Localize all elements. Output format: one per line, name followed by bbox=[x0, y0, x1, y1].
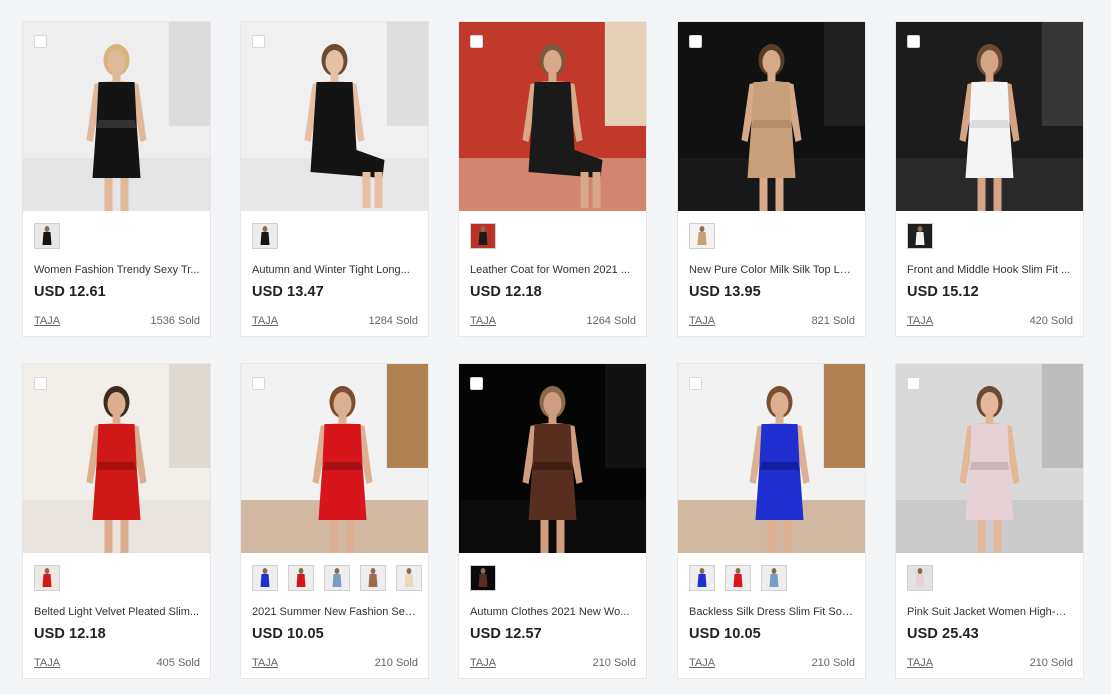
product-title[interactable]: Leather Coat for Women 2021 ... bbox=[470, 264, 636, 276]
store-link[interactable]: TAJA bbox=[689, 315, 715, 327]
store-link[interactable]: TAJA bbox=[470, 657, 496, 669]
sold-count: 1284 Sold bbox=[368, 315, 418, 327]
product-price: USD 13.95 bbox=[689, 284, 761, 300]
product-price: USD 10.05 bbox=[689, 626, 761, 642]
sold-count: 210 Sold bbox=[811, 657, 855, 669]
sold-count: 210 Sold bbox=[592, 657, 636, 669]
sold-count: 420 Sold bbox=[1029, 315, 1073, 327]
product-image[interactable] bbox=[241, 22, 428, 211]
product-image[interactable] bbox=[678, 364, 865, 553]
product-image[interactable] bbox=[23, 364, 210, 553]
store-link[interactable]: TAJA bbox=[252, 657, 278, 669]
product-price: USD 12.18 bbox=[470, 284, 542, 300]
product-title[interactable]: 2021 Summer New Fashion Sex... bbox=[252, 606, 418, 618]
variant-swatch[interactable] bbox=[396, 565, 422, 591]
variant-swatch[interactable] bbox=[907, 223, 933, 249]
product-image[interactable] bbox=[896, 22, 1083, 211]
product-price: USD 13.47 bbox=[252, 284, 324, 300]
variant-swatch[interactable] bbox=[324, 565, 350, 591]
sold-count: 1536 Sold bbox=[150, 315, 200, 327]
variant-swatch[interactable] bbox=[34, 223, 60, 249]
color-swatches bbox=[689, 223, 715, 251]
sold-count: 405 Sold bbox=[156, 657, 200, 669]
variant-swatch[interactable] bbox=[689, 565, 715, 591]
select-checkbox[interactable] bbox=[34, 377, 47, 390]
variant-swatch[interactable] bbox=[761, 565, 787, 591]
product-grid: Women Fashion Trendy Sexy Tr... USD 12.61… bbox=[0, 0, 1111, 694]
product-image[interactable] bbox=[678, 22, 865, 211]
store-link[interactable]: TAJA bbox=[907, 657, 933, 669]
sold-count: 821 Sold bbox=[811, 315, 855, 327]
color-swatches bbox=[252, 565, 422, 593]
select-checkbox[interactable] bbox=[34, 35, 47, 48]
color-swatches bbox=[34, 565, 60, 593]
product-price: USD 25.43 bbox=[907, 626, 979, 642]
store-link[interactable]: TAJA bbox=[470, 315, 496, 327]
product-card[interactable]: Pink Suit Jacket Women High-G... USD 25.4… bbox=[895, 363, 1084, 679]
product-image[interactable] bbox=[896, 364, 1083, 553]
select-checkbox[interactable] bbox=[907, 35, 920, 48]
product-title[interactable]: Backless Silk Dress Slim Fit Soci... bbox=[689, 606, 855, 618]
product-card[interactable]: Backless Silk Dress Slim Fit Soci... USD … bbox=[677, 363, 866, 679]
select-checkbox[interactable] bbox=[907, 377, 920, 390]
select-checkbox[interactable] bbox=[689, 377, 702, 390]
store-link[interactable]: TAJA bbox=[689, 657, 715, 669]
variant-swatch[interactable] bbox=[689, 223, 715, 249]
select-checkbox[interactable] bbox=[252, 35, 265, 48]
color-swatches bbox=[252, 223, 278, 251]
store-link[interactable]: TAJA bbox=[252, 315, 278, 327]
color-swatches bbox=[689, 565, 787, 593]
product-image[interactable] bbox=[23, 22, 210, 211]
product-card[interactable]: Leather Coat for Women 2021 ... USD 12.18… bbox=[458, 21, 647, 337]
select-checkbox[interactable] bbox=[689, 35, 702, 48]
variant-swatch[interactable] bbox=[470, 565, 496, 591]
product-price: USD 12.18 bbox=[34, 626, 106, 642]
variant-swatch[interactable] bbox=[34, 565, 60, 591]
select-checkbox[interactable] bbox=[470, 377, 483, 390]
sold-count: 210 Sold bbox=[374, 657, 418, 669]
product-title[interactable]: Women Fashion Trendy Sexy Tr... bbox=[34, 264, 200, 276]
color-swatches bbox=[907, 223, 933, 251]
product-title[interactable]: Belted Light Velvet Pleated Slim... bbox=[34, 606, 200, 618]
variant-swatch[interactable] bbox=[288, 565, 314, 591]
product-title[interactable]: New Pure Color Milk Silk Top Lo... bbox=[689, 264, 855, 276]
variant-swatch[interactable] bbox=[470, 223, 496, 249]
color-swatches bbox=[470, 565, 496, 593]
store-link[interactable]: TAJA bbox=[907, 315, 933, 327]
product-card[interactable]: New Pure Color Milk Silk Top Lo... USD 13… bbox=[677, 21, 866, 337]
sold-count: 210 Sold bbox=[1029, 657, 1073, 669]
variant-swatch[interactable] bbox=[252, 565, 278, 591]
product-title[interactable]: Autumn Clothes 2021 New Wo... bbox=[470, 606, 636, 618]
product-title[interactable]: Autumn and Winter Tight Long... bbox=[252, 264, 418, 276]
color-swatches bbox=[907, 565, 933, 593]
product-price: USD 10.05 bbox=[252, 626, 324, 642]
variant-swatch[interactable] bbox=[725, 565, 751, 591]
product-price: USD 12.61 bbox=[34, 284, 106, 300]
store-link[interactable]: TAJA bbox=[34, 315, 60, 327]
product-card[interactable]: Autumn and Winter Tight Long... USD 13.47… bbox=[240, 21, 429, 337]
select-checkbox[interactable] bbox=[470, 35, 483, 48]
product-image[interactable] bbox=[241, 364, 428, 553]
variant-swatch[interactable] bbox=[907, 565, 933, 591]
product-card[interactable]: Belted Light Velvet Pleated Slim... USD 1… bbox=[22, 363, 211, 679]
product-title[interactable]: Front and Middle Hook Slim Fit ... bbox=[907, 264, 1073, 276]
product-card[interactable]: Women Fashion Trendy Sexy Tr... USD 12.61… bbox=[22, 21, 211, 337]
color-swatches bbox=[34, 223, 60, 251]
product-price: USD 15.12 bbox=[907, 284, 979, 300]
product-card[interactable]: 2021 Summer New Fashion Sex... USD 10.05 T… bbox=[240, 363, 429, 679]
product-image[interactable] bbox=[459, 22, 646, 211]
product-card[interactable]: Autumn Clothes 2021 New Wo... USD 12.57 TA… bbox=[458, 363, 647, 679]
product-card[interactable]: Front and Middle Hook Slim Fit ... USD 15… bbox=[895, 21, 1084, 337]
product-price: USD 12.57 bbox=[470, 626, 542, 642]
product-title[interactable]: Pink Suit Jacket Women High-G... bbox=[907, 606, 1073, 618]
variant-swatch[interactable] bbox=[252, 223, 278, 249]
product-image[interactable] bbox=[459, 364, 646, 553]
variant-swatch[interactable] bbox=[360, 565, 386, 591]
color-swatches bbox=[470, 223, 496, 251]
select-checkbox[interactable] bbox=[252, 377, 265, 390]
store-link[interactable]: TAJA bbox=[34, 657, 60, 669]
sold-count: 1264 Sold bbox=[586, 315, 636, 327]
